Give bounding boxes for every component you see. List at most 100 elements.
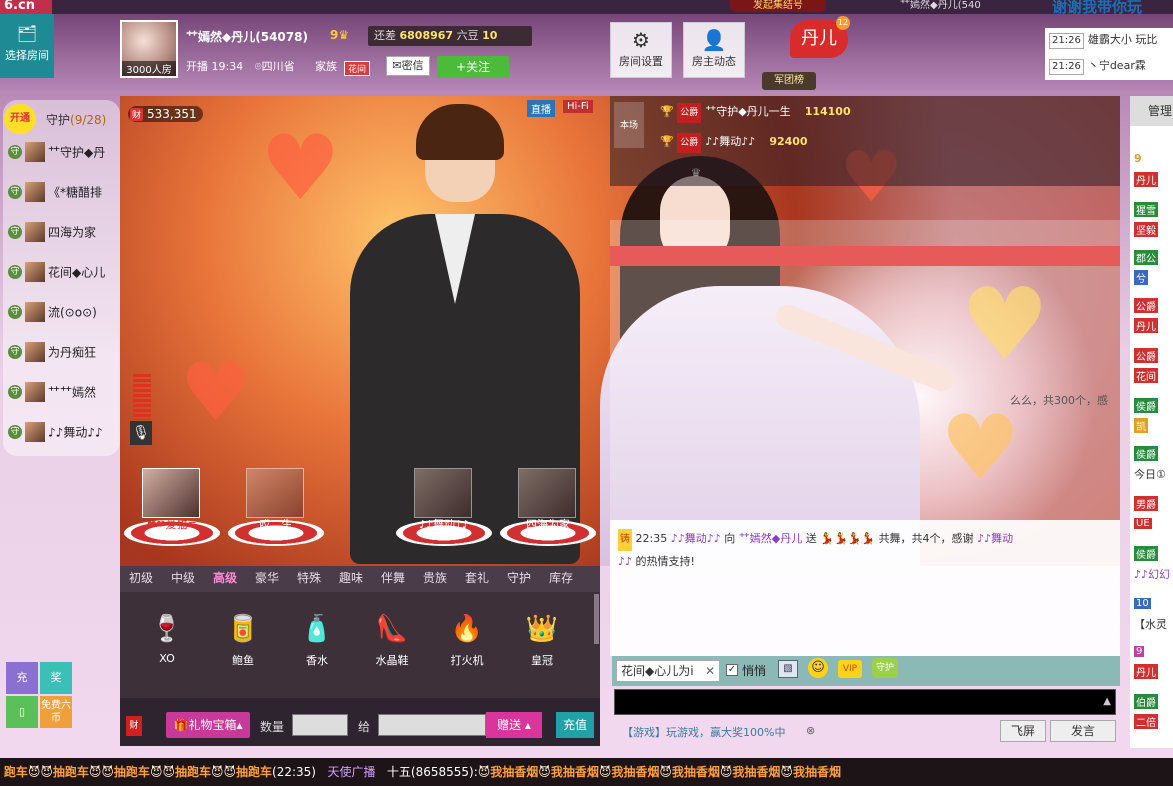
site-logo[interactable]: 6.cn — [0, 0, 52, 14]
manage-item[interactable]: 凯 — [1134, 418, 1173, 433]
gift-tab[interactable]: 中级 — [162, 566, 204, 592]
guard-list-item[interactable]: 守花间◆心儿 — [8, 262, 116, 292]
manage-item[interactable]: 郡公 — [1134, 250, 1173, 265]
gift-tab[interactable]: 伴舞 — [372, 566, 414, 592]
notice-item[interactable]: 21:26 雄霸大小 玩比 — [1045, 30, 1173, 54]
guard-list-item[interactable]: 守四海为家 — [8, 222, 116, 252]
prize-button[interactable]: 奖 — [40, 662, 72, 694]
image-icon[interactable]: ▧ — [778, 660, 798, 678]
quantity-input[interactable] — [292, 714, 348, 736]
manage-item[interactable]: 二倍 — [1134, 714, 1173, 729]
gift-tab[interactable]: 特殊 — [288, 566, 330, 592]
corps-rank-button[interactable]: 军团榜 — [762, 72, 816, 90]
gift-item[interactable]: 🍷 XO — [135, 612, 199, 682]
stage-seat[interactable]: 四海为家 — [500, 468, 596, 548]
room-settings-button[interactable]: ⚙ 房间设置 — [610, 22, 672, 78]
game-ad-link[interactable]: 【游戏】玩游戏，赢大奖100%中 — [622, 724, 785, 740]
gift-item[interactable]: 🧴 香水 — [285, 612, 349, 682]
manage-item[interactable]: 丹儿 — [1134, 172, 1173, 187]
gift-tab[interactable]: 贵族 — [414, 566, 456, 592]
top-user-name: ⺿嫣然◆丹儿(540 — [900, 0, 981, 11]
manage-item[interactable]: 丹儿 — [1134, 318, 1173, 333]
recharge-button[interactable]: 充值 — [556, 712, 594, 738]
vip-icon[interactable]: VIP — [838, 660, 862, 678]
phone-icon[interactable]: ▯ — [6, 696, 38, 728]
notice-item[interactable]: 21:26 丶宁dear霖 — [1045, 56, 1173, 80]
manage-item[interactable]: 花间 — [1134, 368, 1173, 383]
gift-item[interactable]: 🥫 鲍鱼 — [211, 612, 275, 682]
broadcast-ticker[interactable]: 跑车😈😈抽跑车😈😈抽跑车😈😈抽跑车😈😈抽跑车(22:35) 天使广播 十五(86… — [0, 758, 1173, 786]
manage-title[interactable]: 管理 — [1130, 96, 1173, 126]
chat-sender[interactable]: ♪♪舞动♪♪ — [671, 532, 721, 545]
chat-receiver[interactable]: ⺿嫣然◆丹儿 — [739, 532, 802, 545]
select-room-button[interactable]: 🗂 选择房间 — [0, 14, 54, 78]
chat-target-select[interactable]: 花间◆心儿为i ✕ — [616, 660, 720, 682]
manage-item[interactable]: 公爵 — [1134, 348, 1173, 363]
gift-tab-active[interactable]: 高级 — [204, 566, 246, 592]
manage-item[interactable]: 侯爵 — [1134, 398, 1173, 413]
guard-list-item[interactable]: 守流(⊙o⊙) — [8, 302, 116, 332]
gift-item[interactable]: 👠 水晶鞋 — [360, 612, 424, 682]
gift-scrollbar[interactable] — [594, 594, 599, 644]
manage-item[interactable]: 坚毅 — [1134, 222, 1173, 237]
guard-emoji-icon[interactable]: 守护 — [872, 658, 898, 678]
gift-tab[interactable]: 豪华 — [246, 566, 288, 592]
manage-item[interactable]: 丹儿 — [1134, 664, 1173, 679]
guard-list-item[interactable]: 守《*糖醋排 — [8, 182, 116, 212]
whisper-checkbox[interactable]: ✓ — [726, 664, 738, 676]
this-show-tab[interactable]: 本场 — [614, 102, 644, 148]
gift-box-button[interactable]: 🎁礼物宝箱▴ — [166, 712, 250, 738]
give-gift-button[interactable]: 赠送 ▴ — [486, 712, 542, 738]
manage-item[interactable]: 伯爵 — [1134, 694, 1173, 709]
gift-tab[interactable]: 守护 — [498, 566, 540, 592]
manage-item[interactable]: 公爵 — [1134, 298, 1173, 313]
send-button[interactable]: 发言 — [1050, 720, 1116, 742]
manage-item[interactable]: 9 — [1134, 644, 1173, 657]
gift-item[interactable]: 🔥 打火机 — [435, 612, 499, 682]
manage-item[interactable]: 10 — [1134, 596, 1173, 609]
xo-bottle-icon: 🍷 — [150, 614, 184, 644]
stage-seat[interactable]: ♪♪舞动♪♪ — [396, 468, 492, 548]
close-icon[interactable]: ⊗ — [806, 724, 815, 737]
rank-row[interactable]: 🏆 公爵 ♪♪舞动♪♪ 92400 — [660, 132, 960, 153]
chat-input[interactable]: ▲ — [614, 689, 1116, 715]
manage-item[interactable]: 猩雪 — [1134, 202, 1173, 217]
follow-button[interactable]: +关注 — [437, 56, 509, 78]
guard-title: 守护(9/28) — [46, 113, 107, 127]
open-guard-button[interactable]: 开通 — [4, 104, 36, 134]
guard-list-item[interactable]: 守为丹痴狂 — [8, 342, 116, 372]
rank-row[interactable]: 🏆 公爵 ⺿守护◆丹儿一生 114100 — [660, 102, 960, 123]
gift-item[interactable]: 👑 皇冠 — [510, 612, 574, 682]
manage-item[interactable]: UE — [1134, 516, 1173, 529]
quantity-label: 数量 — [260, 720, 285, 734]
manage-item[interactable]: 侯爵 — [1134, 446, 1173, 461]
emoji-icon[interactable]: ☺ — [808, 658, 828, 678]
stage-seat[interactable]: 哎、生 — [228, 468, 324, 548]
manage-item[interactable]: 9 — [1134, 152, 1173, 165]
stage-seat[interactable]: ❤❤爱猫≡ — [124, 468, 220, 548]
recipient-input[interactable] — [378, 714, 486, 736]
gift-tab[interactable]: 套礼 — [456, 566, 498, 592]
microphone-icon[interactable]: 🎙 — [130, 421, 152, 445]
family-badge[interactable]: 花间 — [344, 61, 371, 76]
gift-tab[interactable]: 初级 — [120, 566, 162, 592]
free-coins-button[interactable]: 免费六币 — [40, 696, 72, 728]
manage-item[interactable]: ♪♪幻幻 — [1134, 566, 1173, 582]
anchor-avatar[interactable]: 3000人房 — [120, 20, 178, 78]
manage-item[interactable]: 今日① — [1134, 466, 1173, 482]
manage-item[interactable]: 男爵 — [1134, 496, 1173, 511]
avatar — [414, 468, 472, 518]
private-message-button[interactable]: ✉密信 — [386, 56, 430, 76]
gift-tab[interactable]: 库存 — [540, 566, 582, 592]
guard-list-item[interactable]: 守⺿⺿嫣然 — [8, 382, 116, 412]
manage-item[interactable]: 【水灵 — [1134, 616, 1173, 632]
manage-item[interactable]: 兮 — [1134, 270, 1173, 285]
fly-screen-button[interactable]: 飞屏 — [1000, 720, 1046, 742]
manage-item[interactable]: 侯爵 — [1134, 546, 1173, 561]
rally-banner[interactable]: 发起集结号 — [730, 0, 826, 12]
guard-list-item[interactable]: 守⺿守护◆丹 — [8, 142, 116, 172]
host-feed-button[interactable]: 👤 房主动态 — [683, 22, 745, 78]
gift-tab[interactable]: 趣味 — [330, 566, 372, 592]
guard-list-item[interactable]: 守 ♪♪舞动♪♪ — [8, 422, 116, 452]
charge-button[interactable]: 充 — [6, 662, 38, 694]
